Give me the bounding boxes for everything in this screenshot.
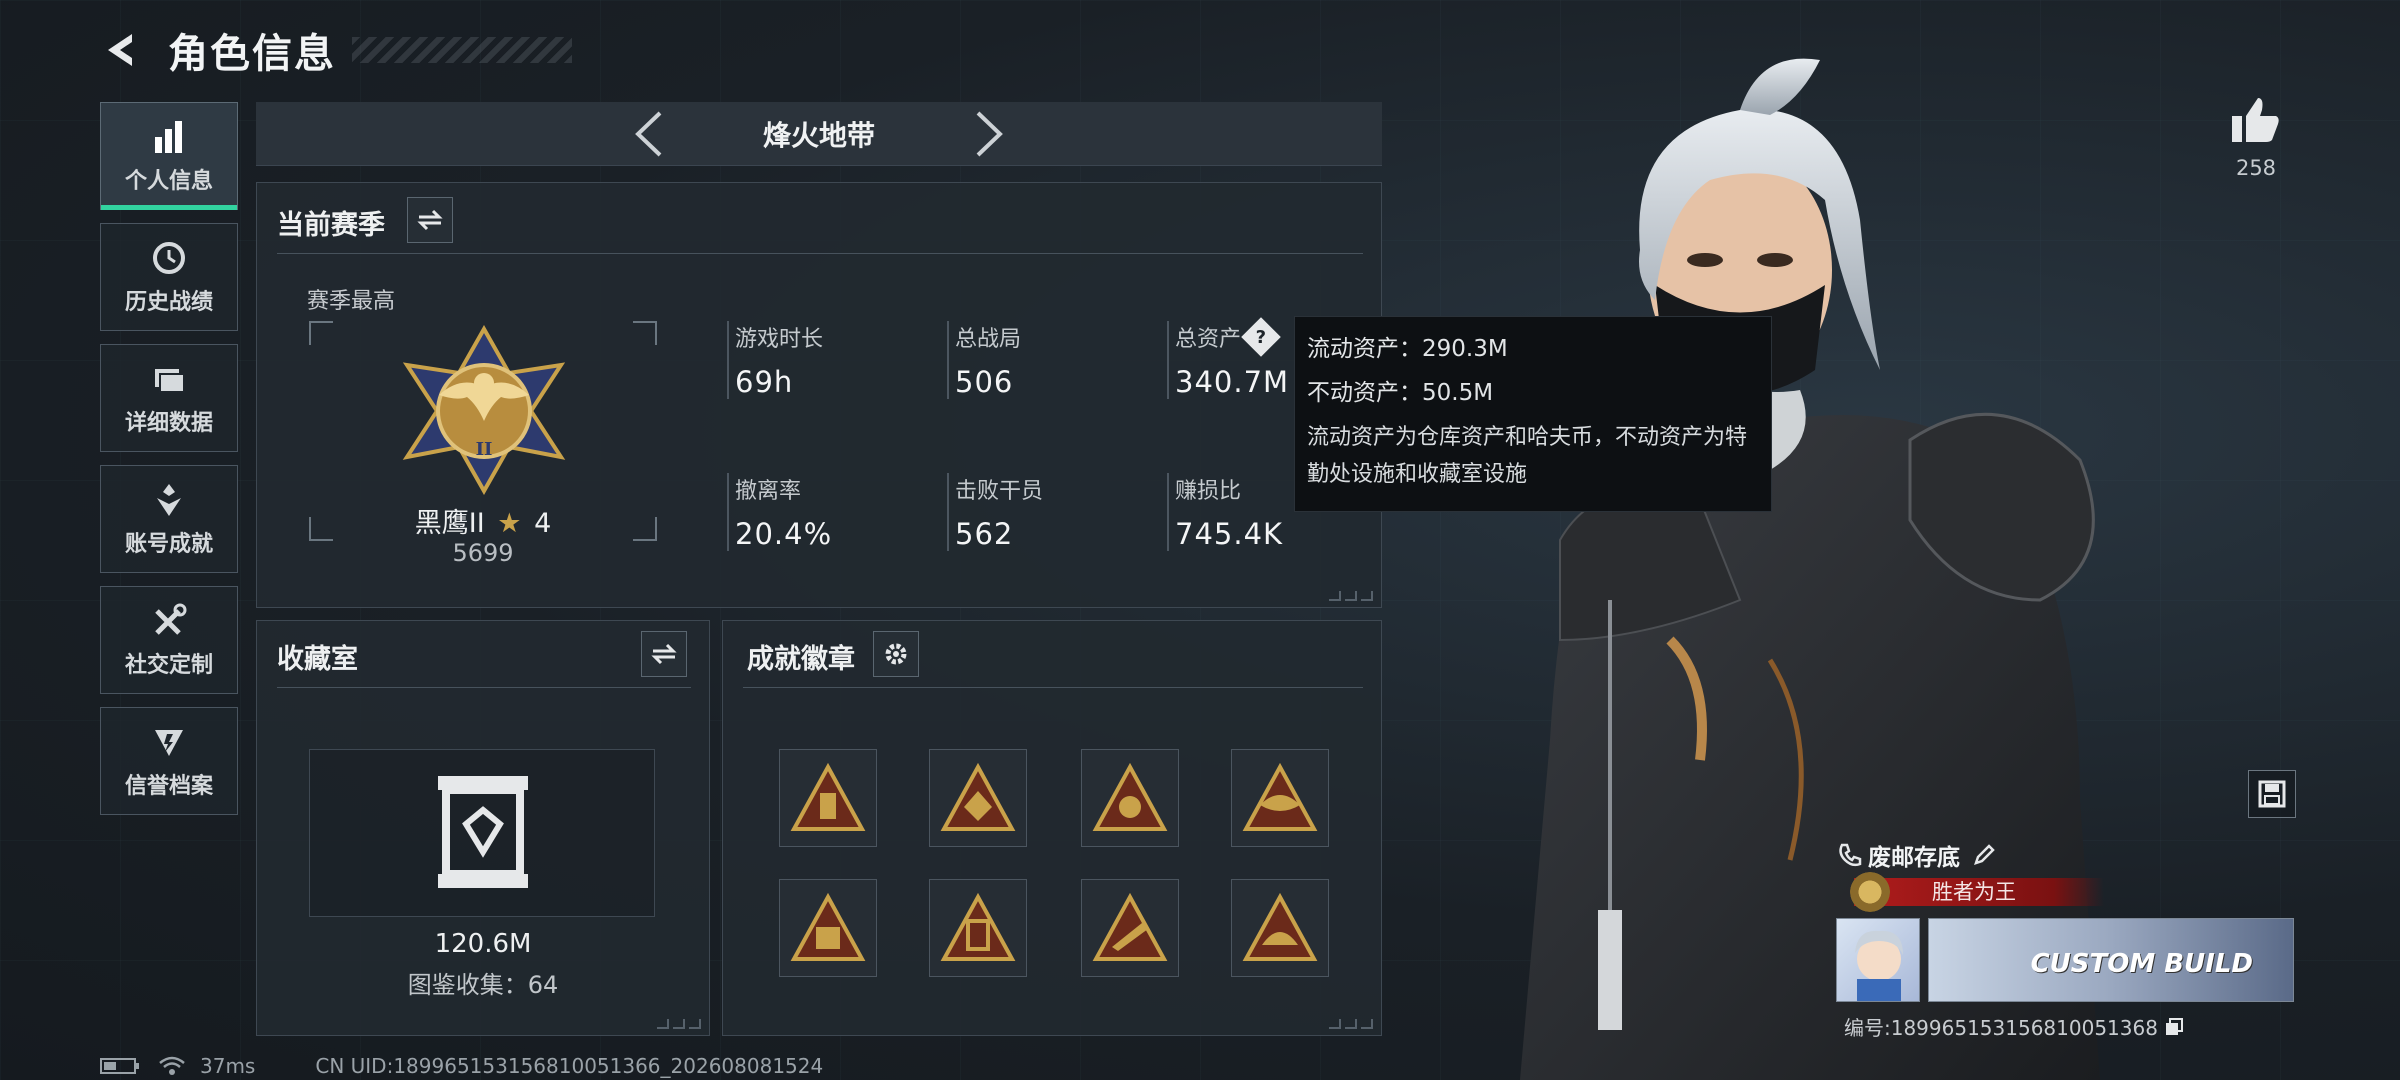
- gear-icon: [885, 643, 907, 665]
- title-emblem-icon: [1850, 872, 1890, 912]
- divider: [743, 687, 1363, 688]
- switch-season-button[interactable]: [407, 197, 453, 243]
- achievement-badge[interactable]: [1081, 749, 1179, 847]
- uid-text: CN UID:18996515315681005136​6_2026080815…: [315, 1054, 824, 1078]
- star-icon: ★: [497, 508, 522, 539]
- folder-icon: [149, 359, 189, 399]
- collection-count: 图鉴收集：64: [407, 971, 559, 999]
- switch-collection-button[interactable]: [641, 631, 687, 677]
- stat-profit-ratio: 赚损比 745.4K: [1167, 473, 1283, 551]
- player-name: 废邮存底: [1868, 845, 1960, 871]
- collection-value: 120.6M: [434, 929, 532, 959]
- nav-label: 个人信息: [124, 169, 213, 194]
- achievements-title: 成就徽章: [747, 644, 855, 675]
- rank-name: 黑鹰II ★ 4: [414, 508, 552, 539]
- season-panel: 当前赛季 赛季最高 II 黑鹰II ★ 4 5699 游戏时长 69h 总战局 …: [256, 182, 1382, 608]
- nav-label: 详细数据: [124, 411, 213, 436]
- like-widget[interactable]: 258: [2226, 96, 2286, 180]
- achievement-badge[interactable]: [929, 749, 1027, 847]
- nav-item-reputation[interactable]: 信誉档案: [100, 707, 238, 815]
- svg-text:II: II: [476, 439, 493, 460]
- achievements-settings-button[interactable]: [873, 631, 919, 677]
- nav-label: 历史战绩: [124, 290, 213, 315]
- header: 角色信息: [100, 20, 572, 80]
- shield-icon: [149, 722, 189, 762]
- rank-stars: 4: [534, 508, 552, 539]
- rank-score: 5699: [452, 539, 514, 567]
- clock-icon: [149, 238, 189, 278]
- display-case-icon: [438, 776, 528, 888]
- nav-item-details[interactable]: 详细数据: [100, 344, 238, 452]
- assets-tooltip: 流动资产：290.3M 不动资产：50.5M 流动资产为仓库资产和哈夫币，不动资…: [1294, 316, 1772, 512]
- nav-item-achievements[interactable]: 账号成就: [100, 465, 238, 573]
- corner-decoration: [657, 1019, 701, 1029]
- title-decoration: [352, 37, 572, 63]
- nav-item-personal-info[interactable]: 个人信息: [100, 102, 238, 210]
- mode-title: 烽火地带: [762, 118, 875, 152]
- wifi-icon: [159, 1056, 185, 1075]
- season-best-label: 赛季最高: [307, 289, 396, 314]
- name-card-banner[interactable]: CUSTOM BUILD: [1928, 918, 2294, 1002]
- title-banner: 胜者为王: [1854, 878, 2104, 906]
- achievement-badge[interactable]: [1081, 879, 1179, 977]
- page-title: 角色信息: [168, 31, 336, 77]
- nav-label: 信誉档案: [124, 774, 213, 799]
- achievement-badge[interactable]: [1231, 749, 1329, 847]
- achievement-badge[interactable]: [1231, 879, 1329, 977]
- player-name-row: 废邮存底: [1836, 838, 1996, 872]
- tooltip-description: 流动资产为仓库资产和哈夫币，不动资产为特勤处设施和收藏室设施: [1307, 425, 1748, 487]
- help-icon[interactable]: ?: [1241, 317, 1281, 357]
- stat-total-matches: 总战局 506: [947, 321, 1021, 399]
- tools-icon: [149, 601, 189, 641]
- trophy-icon: [149, 480, 189, 520]
- season-title: 当前赛季: [277, 210, 385, 241]
- next-mode-chevron-icon[interactable]: [959, 104, 1019, 164]
- stat-playtime: 游戏时长 69h: [727, 321, 823, 399]
- rank-medal-icon: II: [402, 325, 566, 495]
- tooltip-fixed-assets: 不动资产：50.5M: [1307, 380, 1494, 406]
- nav-label: 账号成就: [124, 532, 213, 557]
- player-id: 编号:18996515315681005136​8: [1844, 1012, 2184, 1041]
- banner-text: CUSTOM BUILD: [2030, 949, 2253, 979]
- stat-extract-rate: 撤离率 20.4%: [727, 473, 832, 551]
- stat-kills: 击败干员 562: [947, 473, 1043, 551]
- stat-total-assets: 总资产 ? 340.7M: [1167, 317, 1289, 399]
- prev-mode-chevron-icon[interactable]: [619, 104, 679, 164]
- edit-pencil-icon[interactable]: [1972, 843, 1996, 867]
- phone-icon: [1839, 843, 1862, 867]
- sidebar-nav: 个人信息 历史战绩 详细数据 账号成就 社交定制 信誉档案: [100, 102, 238, 828]
- mode-selector: 烽火地带: [256, 102, 1382, 166]
- corner-decoration: [1329, 591, 1373, 601]
- avatar[interactable]: [1836, 918, 1920, 1002]
- tooltip-liquid-assets: 流动资产：290.3M: [1307, 336, 1508, 362]
- achievement-badge[interactable]: [779, 879, 877, 977]
- back-arrow-icon[interactable]: [100, 28, 144, 72]
- ping: 37ms: [200, 1054, 256, 1078]
- save-icon: [2258, 780, 2286, 808]
- nav-item-history[interactable]: 历史战绩: [100, 223, 238, 331]
- divider: [277, 253, 1363, 254]
- achievements-panel: 成就徽章: [722, 620, 1382, 1036]
- achievement-badge[interactable]: [929, 879, 1027, 977]
- like-count: 258: [2235, 156, 2277, 180]
- corner-decoration: [1329, 1019, 1373, 1029]
- collection-display[interactable]: [309, 749, 655, 917]
- nav-item-social[interactable]: 社交定制: [100, 586, 238, 694]
- bar-chart-icon: [149, 117, 189, 157]
- save-button[interactable]: [2248, 770, 2296, 818]
- battery-icon: [100, 1058, 139, 1074]
- collection-panel: 收藏室 120.6M 图鉴收集：64: [256, 620, 710, 1036]
- divider: [277, 687, 691, 688]
- status-bar: 37ms CN UID:18996515315681005136​6_20260…: [100, 1054, 823, 1078]
- thumbs-up-icon: [2232, 98, 2279, 142]
- achievement-badge[interactable]: [779, 749, 877, 847]
- collection-title: 收藏室: [277, 644, 358, 675]
- copy-icon[interactable]: [2164, 1017, 2184, 1037]
- nav-label: 社交定制: [124, 653, 213, 678]
